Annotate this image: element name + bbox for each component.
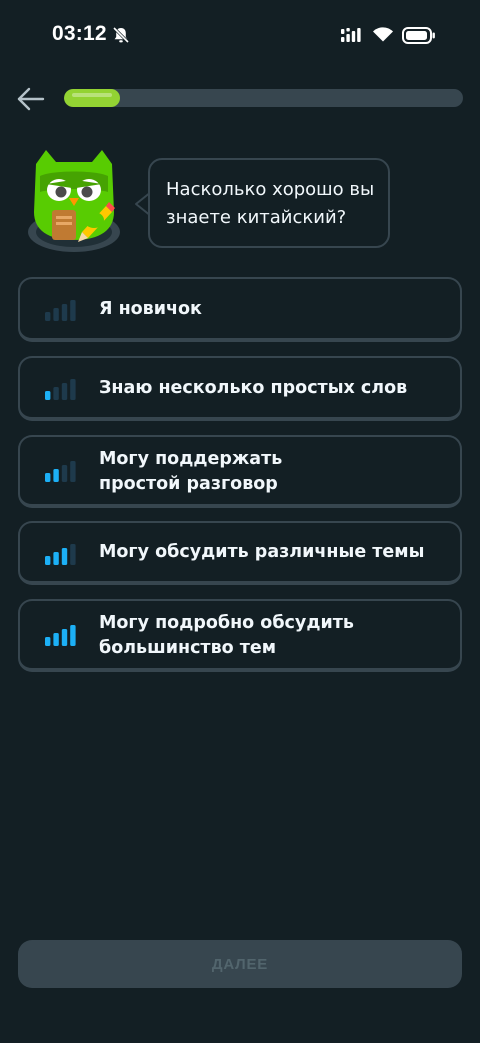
proficiency-bars-icon xyxy=(45,461,76,482)
bar-active xyxy=(53,552,59,565)
option-most-topics[interactable]: Могу подробно обсудить большинство тем xyxy=(18,599,462,672)
bar-active xyxy=(70,625,76,646)
signal-icon xyxy=(341,28,361,42)
battery-icon xyxy=(402,27,435,44)
bar-active xyxy=(53,469,59,482)
bar-inactive xyxy=(53,308,59,321)
bar-inactive xyxy=(53,387,59,400)
option-label: Могу поддержать простой разговор xyxy=(99,449,283,494)
question-text: Насколько хорошо вы знаете китайский? xyxy=(166,179,375,228)
bar-inactive xyxy=(70,300,76,321)
status-bar: 03:12 xyxy=(0,0,480,70)
bell-off-icon xyxy=(112,26,130,44)
option-label: Могу подробно обсудить большинство тем xyxy=(99,613,354,658)
proficiency-bars-icon xyxy=(45,544,76,565)
option-label: Знаю несколько простых слов xyxy=(99,378,408,398)
bar-inactive xyxy=(70,461,76,482)
bar-inactive xyxy=(70,379,76,400)
option-label: Могу обсудить различные темы xyxy=(99,542,425,562)
bar-active xyxy=(45,473,51,482)
speech-bubble: Насколько хорошо вы знаете китайский? xyxy=(148,158,390,248)
bar-inactive xyxy=(61,465,68,482)
wifi-icon xyxy=(373,27,393,42)
option-label: Я новичок xyxy=(99,299,202,319)
proficiency-bars-icon xyxy=(45,300,76,321)
option-simple-conversation[interactable]: Могу поддержать простой разговор xyxy=(18,435,462,508)
bar-active xyxy=(61,629,68,646)
option-few-words[interactable]: Знаю несколько простых слов xyxy=(18,356,462,421)
bar-inactive xyxy=(61,383,68,400)
status-time: 03:12 xyxy=(52,22,107,45)
lesson-progress-bar xyxy=(64,89,463,107)
option-various-topics[interactable]: Могу обсудить различные темы xyxy=(18,521,462,585)
bar-inactive xyxy=(45,312,51,321)
bar-active xyxy=(45,637,51,646)
proficiency-bars-icon xyxy=(45,379,76,400)
continue-button[interactable]: ДАЛЕЕ xyxy=(18,940,462,988)
progress-fill xyxy=(64,89,120,107)
continue-button-label: ДАЛЕЕ xyxy=(211,955,269,973)
bar-active xyxy=(45,556,51,565)
bar-active xyxy=(53,633,59,646)
proficiency-bars-icon xyxy=(45,625,76,646)
bar-inactive xyxy=(61,304,68,321)
bar-active xyxy=(45,391,51,400)
progress-shine xyxy=(72,93,112,97)
back-arrow-icon[interactable] xyxy=(16,86,46,112)
owl-mascot-icon xyxy=(28,150,120,252)
option-beginner[interactable]: Я новичок xyxy=(18,277,462,342)
bar-inactive xyxy=(70,544,76,565)
bar-active xyxy=(61,548,68,565)
